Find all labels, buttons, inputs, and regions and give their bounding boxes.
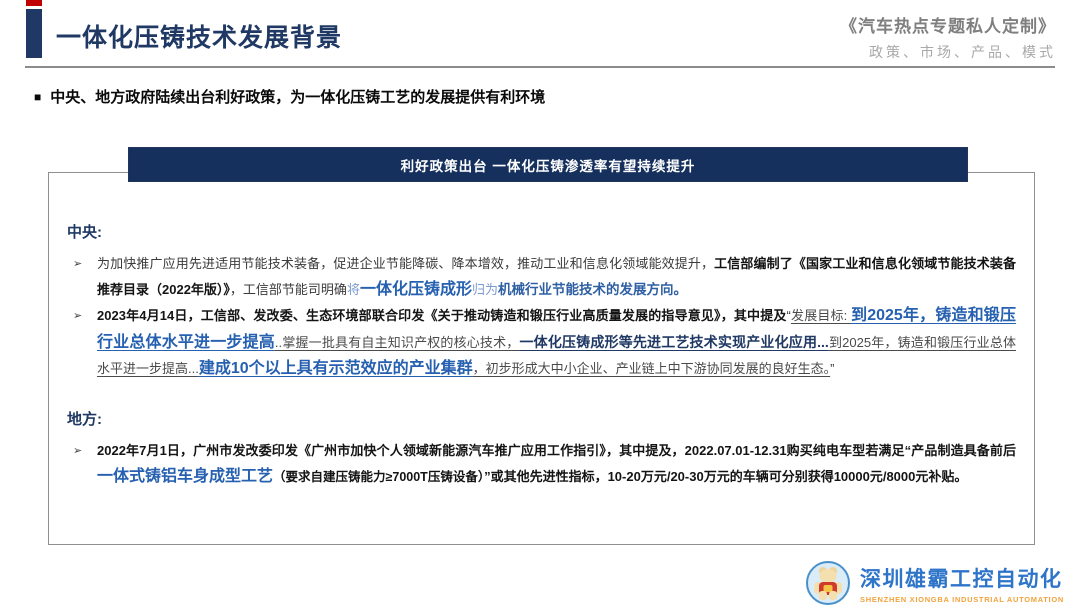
section-label-local: 地方:: [67, 408, 1016, 429]
company-name: 深圳雄霸工控自动化 SHENZHEN XIONGBA INDUSTRIAL AU…: [860, 563, 1064, 604]
policy-bullet: ➢ 2022年7月1日，广州市发改委印发《广州市加快个人领域新能源汽车推广应用工…: [67, 438, 1016, 490]
title-accent-bar: [26, 9, 42, 58]
policy-bullet-text: 为加快推广应用先进适用节能技术装备，促进企业节能降碳、降本增效，推动工业和信息化…: [97, 256, 1016, 297]
policy-bullet: ➢ 为加快推广应用先进适用节能技术装备，促进企业节能降碳、降本增效，推动工业和信…: [67, 251, 1016, 303]
company-name-cn: 深圳雄霸工控自动化: [860, 563, 1063, 593]
policy-content-box: 中央: ➢ 为加快推广应用先进适用节能技术装备，促进企业节能降碳、降本增效，推动…: [48, 172, 1035, 545]
slide-root: 一体化压铸技术发展背景 《汽车热点专题私人定制》 政策、市场、产品、模式 ■ 中…: [0, 0, 1080, 608]
section-label-central: 中央:: [67, 221, 1016, 242]
red-accent-square: [26, 0, 42, 6]
xiongba-bear-icon: [806, 561, 850, 605]
policy-banner-text: 利好政策出台 一体化压铸渗透率有望持续提升: [401, 155, 696, 175]
arrow-bullet-icon: ➢: [73, 251, 82, 277]
series-title: 《汽车热点专题私人定制》: [840, 12, 1056, 37]
company-logo: 深圳雄霸工控自动化 SHENZHEN XIONGBA INDUSTRIAL AU…: [806, 561, 1064, 605]
company-name-en: SHENZHEN XIONGBA INDUSTRIAL AUTOMATION: [860, 595, 1064, 604]
policy-banner: 利好政策出台 一体化压铸渗透率有望持续提升: [128, 147, 968, 182]
series-header: 《汽车热点专题私人定制》 政策、市场、产品、模式: [840, 12, 1056, 62]
policy-bullet: ➢ 2023年4月14日，工信部、发改委、生态环境部联合印发《关于推动铸造和锻压…: [67, 303, 1016, 382]
square-bullet-icon: ■: [34, 91, 41, 103]
header-divider: [25, 66, 1055, 68]
page-title: 一体化压铸技术发展背景: [56, 18, 342, 54]
local-policy-list: ➢ 2022年7月1日，广州市发改委印发《广州市加快个人领域新能源汽车推广应用工…: [67, 438, 1016, 490]
series-subtitle: 政策、市场、产品、模式: [840, 42, 1056, 62]
headline: ■ 中央、地方政府陆续出台利好政策，为一体化压铸工艺的发展提供有利环境: [34, 86, 545, 107]
arrow-bullet-icon: ➢: [73, 438, 82, 464]
arrow-bullet-icon: ➢: [73, 303, 82, 329]
policy-bullet-text: 2022年7月1日，广州市发改委印发《广州市加快个人领域新能源汽车推广应用工作指…: [97, 443, 1016, 484]
central-policy-list: ➢ 为加快推广应用先进适用节能技术装备，促进企业节能降碳、降本增效，推动工业和信…: [67, 251, 1016, 382]
headline-text: 中央、地方政府陆续出台利好政策，为一体化压铸工艺的发展提供有利环境: [50, 86, 545, 107]
policy-bullet-text: 2023年4月14日，工信部、发改委、生态环境部联合印发《关于推动铸造和锻压行业…: [97, 308, 1016, 376]
